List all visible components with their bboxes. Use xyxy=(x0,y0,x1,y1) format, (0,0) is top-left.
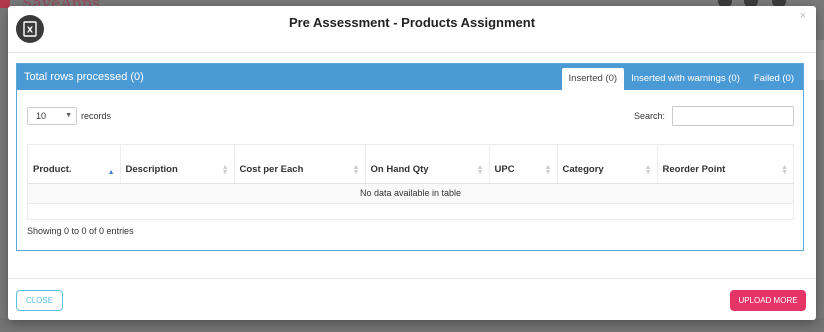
close-button[interactable]: CLOSE xyxy=(16,290,63,311)
tab-failed[interactable]: Failed (0) xyxy=(747,68,801,90)
panel-title: Total rows processed (0) xyxy=(24,71,144,83)
modal-title: Pre Assessment - Products Assignment xyxy=(288,15,536,30)
records-label: records xyxy=(81,111,112,121)
results-panel: Total rows processed (0) Inserted (0) In… xyxy=(16,63,804,251)
sort-icon: ▲ ▼ xyxy=(781,163,788,176)
empty-table-message: No data available in table xyxy=(28,183,793,204)
column-header-cost-per-each[interactable]: Cost per Each ▲ ▼ xyxy=(234,145,366,184)
tab-inserted-with-warnings[interactable]: Inserted with warnings (0) xyxy=(624,68,747,90)
background-strip xyxy=(816,40,824,80)
tab-inserted[interactable]: Inserted (0) xyxy=(561,68,625,90)
products-table: Product. ▲ Description ▲ ▼ Cost per Each … xyxy=(27,144,794,220)
column-header-category[interactable]: Category ▲ ▼ xyxy=(557,145,658,184)
sort-icon: ▲ ▼ xyxy=(352,163,360,176)
table-header-row: Product. ▲ Description ▲ ▼ Cost per Each … xyxy=(28,145,793,184)
column-header-description[interactable]: Description ▲ ▼ xyxy=(120,145,235,184)
sort-icon: ▲ ▼ xyxy=(544,163,552,176)
close-icon[interactable]: × xyxy=(800,10,806,22)
sort-icon: ▲ ▼ xyxy=(644,163,652,176)
page-length-select[interactable]: 10 ▼ xyxy=(27,107,77,125)
table-controls: 10 ▼ records Search: xyxy=(17,90,803,130)
table-row: No data available in table xyxy=(28,183,793,204)
column-header-product[interactable]: Product. ▲ xyxy=(28,145,121,184)
column-header-reorder-point[interactable]: Reorder Point ▲ ▼ xyxy=(657,145,793,184)
sort-asc-icon: ▲ xyxy=(107,168,115,176)
search-input[interactable] xyxy=(672,106,794,126)
result-tabs: Inserted (0) Inserted with warnings (0) … xyxy=(561,68,801,90)
modal-footer: CLOSE UPLOAD MORE xyxy=(8,278,816,320)
column-header-upc[interactable]: UPC ▲ ▼ xyxy=(489,145,558,184)
sort-icon: ▲ ▼ xyxy=(476,163,484,176)
search-label: Search: xyxy=(634,111,666,121)
caret-down-icon: ▼ xyxy=(65,112,72,119)
modal-header: X Pre Assessment - Products Assignment × xyxy=(8,6,816,53)
table-info: Showing 0 to 0 of 0 entries xyxy=(27,226,134,236)
column-header-on-hand-qty[interactable]: On Hand Qty ▲ ▼ xyxy=(365,145,490,184)
page-length-value: 10 xyxy=(36,111,47,121)
products-assignment-modal: X Pre Assessment - Products Assignment ×… xyxy=(8,6,816,320)
sort-icon: ▲ ▼ xyxy=(221,163,229,176)
panel-header: Total rows processed (0) Inserted (0) In… xyxy=(17,64,803,90)
background-band xyxy=(0,318,824,332)
upload-more-button[interactable]: UPLOAD MORE xyxy=(730,290,806,311)
